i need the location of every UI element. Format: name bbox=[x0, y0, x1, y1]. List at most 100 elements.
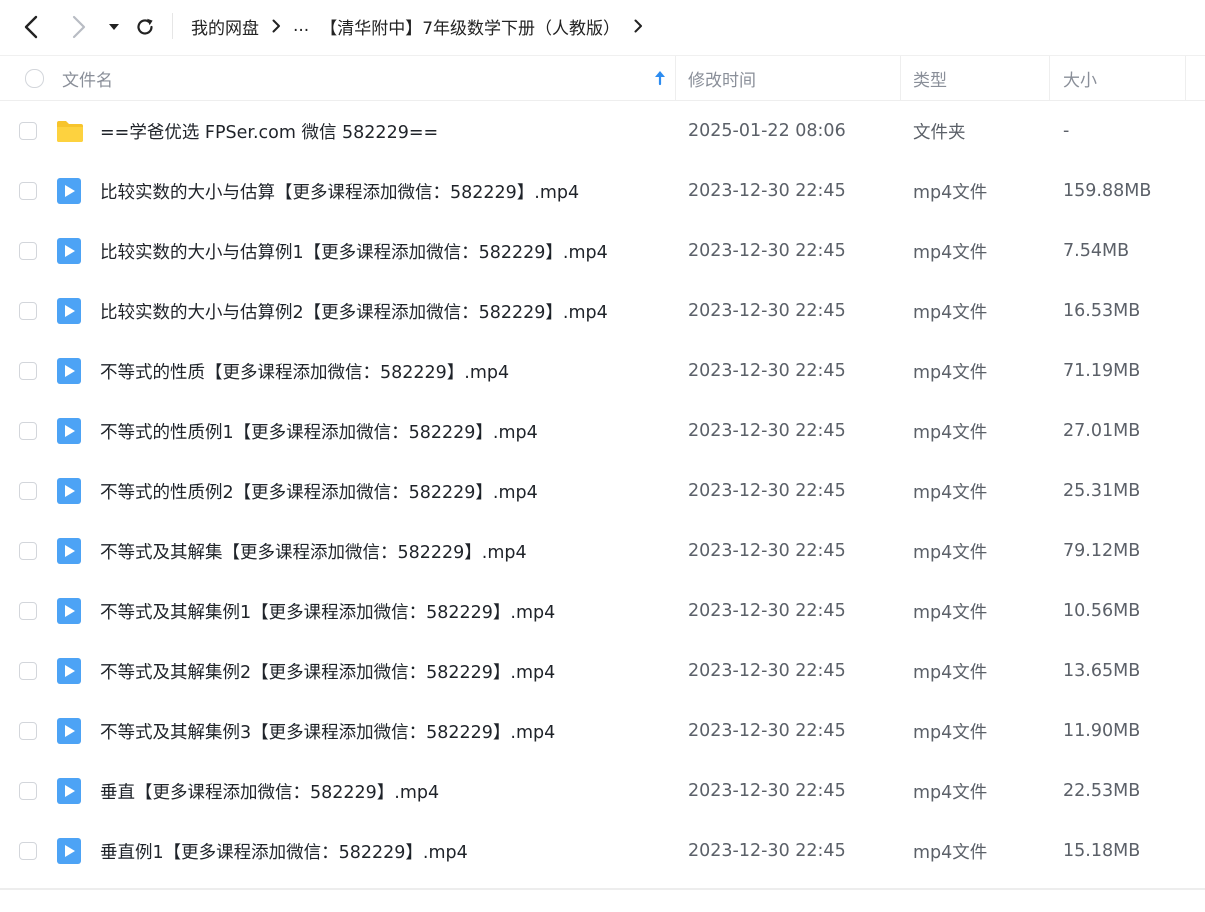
file-size: - bbox=[1063, 121, 1070, 141]
refresh-button[interactable] bbox=[133, 12, 157, 42]
file-name: 比较实数的大小与估算例2【更多课程添加微信：582229】.mp4 bbox=[100, 302, 608, 323]
column-header-modified[interactable]: 修改时间 bbox=[688, 56, 756, 100]
breadcrumb-current[interactable]: 【清华附中】7年级数学下册（人教版） bbox=[320, 14, 620, 39]
file-name: 比较实数的大小与估算例1【更多课程添加微信：582229】.mp4 bbox=[100, 242, 608, 263]
video-file-icon bbox=[56, 417, 82, 450]
file-modified: 2023-12-30 22:45 bbox=[688, 661, 846, 681]
column-divider[interactable] bbox=[1049, 56, 1050, 100]
file-row[interactable]: 比较实数的大小与估算例2【更多课程添加微信：582229】.mp4 2023-1… bbox=[0, 281, 1205, 341]
column-divider[interactable] bbox=[675, 56, 676, 100]
file-name: ==学爸优选 FPSer.com 微信 582229== bbox=[100, 122, 439, 143]
file-name: 不等式及其解集例3【更多课程添加微信：582229】.mp4 bbox=[100, 722, 556, 743]
file-type: mp4文件 bbox=[913, 302, 988, 323]
row-checkbox[interactable] bbox=[19, 242, 37, 260]
row-checkbox[interactable] bbox=[19, 722, 37, 740]
file-name: 不等式及其解集例1【更多课程添加微信：582229】.mp4 bbox=[100, 602, 556, 623]
history-dropdown-button[interactable] bbox=[106, 12, 122, 42]
video-file-icon bbox=[56, 537, 82, 570]
file-modified: 2023-12-30 22:45 bbox=[688, 181, 846, 201]
file-name: 不等式的性质例1【更多课程添加微信：582229】.mp4 bbox=[100, 422, 538, 443]
column-header-name[interactable]: 文件名 bbox=[62, 56, 113, 100]
file-modified: 2023-12-30 22:45 bbox=[688, 541, 846, 561]
file-modified: 2025-01-22 08:06 bbox=[688, 121, 846, 141]
file-modified: 2023-12-30 22:45 bbox=[688, 421, 846, 441]
file-name: 不等式及其解集例2【更多课程添加微信：582229】.mp4 bbox=[100, 662, 556, 683]
top-nav-bar: 我的网盘 ... 【清华附中】7年级数学下册（人教版） bbox=[0, 0, 1205, 56]
file-type: mp4文件 bbox=[913, 602, 988, 623]
file-list-header: 文件名 修改时间 类型 大小 bbox=[0, 56, 1205, 101]
back-button[interactable] bbox=[20, 12, 42, 42]
nav-divider bbox=[172, 13, 173, 39]
video-file-icon bbox=[56, 657, 82, 690]
file-size: 159.88MB bbox=[1063, 181, 1152, 201]
file-size: 15.18MB bbox=[1063, 841, 1141, 861]
file-row[interactable]: 不等式的性质例1【更多课程添加微信：582229】.mp4 2023-12-30… bbox=[0, 401, 1205, 461]
row-checkbox[interactable] bbox=[19, 602, 37, 620]
row-checkbox[interactable] bbox=[19, 662, 37, 680]
breadcrumb-separator-icon bbox=[272, 19, 281, 33]
row-checkbox[interactable] bbox=[19, 302, 37, 320]
file-type: mp4文件 bbox=[913, 542, 988, 563]
file-modified: 2023-12-30 22:45 bbox=[688, 841, 846, 861]
forward-button[interactable] bbox=[68, 12, 90, 42]
file-type: mp4文件 bbox=[913, 842, 988, 863]
file-modified: 2023-12-30 22:45 bbox=[688, 721, 846, 741]
column-header-type[interactable]: 类型 bbox=[913, 56, 947, 100]
file-row[interactable]: ==学爸优选 FPSer.com 微信 582229== 2025-01-22 … bbox=[0, 101, 1205, 161]
row-checkbox[interactable] bbox=[19, 542, 37, 560]
sort-ascending-icon[interactable] bbox=[654, 70, 666, 91]
file-size: 10.56MB bbox=[1063, 601, 1141, 621]
file-name: 垂直【更多课程添加微信：582229】.mp4 bbox=[100, 782, 440, 803]
chevron-left-icon bbox=[24, 15, 38, 39]
file-row[interactable]: 比较实数的大小与估算例1【更多课程添加微信：582229】.mp4 2023-1… bbox=[0, 221, 1205, 281]
file-type: mp4文件 bbox=[913, 482, 988, 503]
file-row[interactable]: 不等式的性质例2【更多课程添加微信：582229】.mp4 2023-12-30… bbox=[0, 461, 1205, 521]
select-all-checkbox[interactable] bbox=[25, 56, 44, 100]
file-name: 不等式的性质【更多课程添加微信：582229】.mp4 bbox=[100, 362, 510, 383]
breadcrumb-ellipsis[interactable]: ... bbox=[293, 16, 309, 36]
video-file-icon bbox=[56, 297, 82, 330]
video-file-icon bbox=[56, 177, 82, 210]
file-modified: 2023-12-30 22:45 bbox=[688, 361, 846, 381]
file-type: 文件夹 bbox=[913, 122, 966, 143]
file-size: 27.01MB bbox=[1063, 421, 1141, 441]
file-size: 13.65MB bbox=[1063, 661, 1141, 681]
row-checkbox[interactable] bbox=[19, 122, 37, 140]
breadcrumb-separator-icon bbox=[634, 19, 643, 33]
file-name: 比较实数的大小与估算【更多课程添加微信：582229】.mp4 bbox=[100, 182, 580, 203]
column-header-size-label: 大小 bbox=[1063, 70, 1097, 91]
file-row[interactable]: 比较实数的大小与估算【更多课程添加微信：582229】.mp4 2023-12-… bbox=[0, 161, 1205, 221]
file-size: 71.19MB bbox=[1063, 361, 1141, 381]
folder-icon bbox=[56, 117, 84, 150]
video-file-icon bbox=[56, 597, 82, 630]
file-row[interactable]: 不等式及其解集例2【更多课程添加微信：582229】.mp4 2023-12-3… bbox=[0, 641, 1205, 701]
file-row[interactable]: 不等式及其解集【更多课程添加微信：582229】.mp4 2023-12-30 … bbox=[0, 521, 1205, 581]
row-checkbox[interactable] bbox=[19, 362, 37, 380]
file-size: 11.90MB bbox=[1063, 721, 1141, 741]
file-type: mp4文件 bbox=[913, 422, 988, 443]
row-checkbox[interactable] bbox=[19, 182, 37, 200]
video-file-icon bbox=[56, 777, 82, 810]
column-divider[interactable] bbox=[1185, 56, 1186, 100]
column-header-size[interactable]: 大小 bbox=[1063, 56, 1097, 100]
file-row[interactable]: 垂直【更多课程添加微信：582229】.mp4 2023-12-30 22:45… bbox=[0, 761, 1205, 821]
file-type: mp4文件 bbox=[913, 242, 988, 263]
file-row[interactable]: 不等式及其解集例3【更多课程添加微信：582229】.mp4 2023-12-3… bbox=[0, 701, 1205, 761]
file-row[interactable]: 不等式的性质【更多课程添加微信：582229】.mp4 2023-12-30 2… bbox=[0, 341, 1205, 401]
breadcrumb-root[interactable]: 我的网盘 bbox=[191, 14, 259, 39]
file-size: 25.31MB bbox=[1063, 481, 1141, 501]
file-row[interactable]: 垂直例1【更多课程添加微信：582229】.mp4 2023-12-30 22:… bbox=[0, 821, 1205, 881]
row-checkbox[interactable] bbox=[19, 842, 37, 860]
file-modified: 2023-12-30 22:45 bbox=[688, 481, 846, 501]
row-checkbox[interactable] bbox=[19, 782, 37, 800]
file-size: 7.54MB bbox=[1063, 241, 1130, 261]
column-divider[interactable] bbox=[900, 56, 901, 100]
video-file-icon bbox=[56, 357, 82, 390]
file-type: mp4文件 bbox=[913, 362, 988, 383]
column-header-name-label: 文件名 bbox=[62, 70, 113, 91]
file-row[interactable]: 不等式及其解集例1【更多课程添加微信：582229】.mp4 2023-12-3… bbox=[0, 581, 1205, 641]
row-checkbox[interactable] bbox=[19, 422, 37, 440]
file-type: mp4文件 bbox=[913, 782, 988, 803]
refresh-icon bbox=[137, 18, 153, 35]
row-checkbox[interactable] bbox=[19, 482, 37, 500]
